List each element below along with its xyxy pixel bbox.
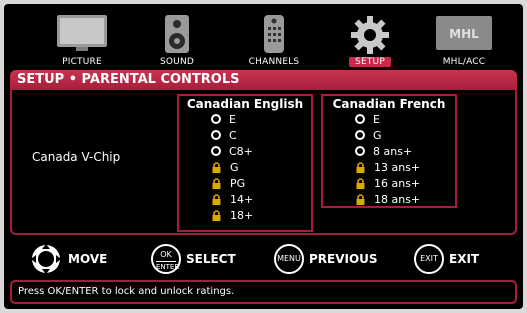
french-rating-item[interactable]: 18 ans+ bbox=[355, 192, 420, 208]
dpad-icon[interactable] bbox=[30, 243, 62, 275]
english-rating-item[interactable]: 18+ bbox=[211, 208, 253, 224]
lock-icon bbox=[212, 209, 221, 221]
canadian-french-title: Canadian French bbox=[332, 97, 446, 111]
rating-label: 13 ans+ bbox=[374, 161, 421, 174]
tv-screen: PICTURE SOUND CHANNELS SETUP MHL MHL/ACC… bbox=[4, 4, 523, 309]
english-rating-item[interactable]: C8+ bbox=[211, 144, 253, 160]
exit-button[interactable]: EXIT bbox=[414, 244, 444, 274]
select-label: SELECT bbox=[186, 252, 236, 266]
english-rating-item[interactable]: 14+ bbox=[211, 192, 253, 208]
french-rating-item[interactable]: 16 ans+ bbox=[355, 176, 420, 192]
nav-item-picture[interactable]: PICTURE bbox=[34, 10, 130, 68]
move-label: MOVE bbox=[68, 252, 108, 266]
unlocked-circle-icon bbox=[355, 114, 365, 124]
rating-label: G bbox=[230, 161, 239, 174]
page-title: SETUP • PARENTAL CONTROLS bbox=[10, 70, 517, 90]
mhl-logo-text: MHL bbox=[449, 27, 479, 41]
french-rating-item[interactable]: 13 ans+ bbox=[355, 160, 420, 176]
ok-btn-top-text: OK bbox=[160, 250, 172, 259]
rating-label: G bbox=[373, 129, 382, 142]
nav-label-picture: PICTURE bbox=[62, 57, 102, 67]
rating-label: 16 ans+ bbox=[374, 177, 421, 190]
nav-label-channels: CHANNELS bbox=[248, 57, 300, 67]
menu-button[interactable]: MENU bbox=[274, 244, 304, 274]
rating-label: PG bbox=[230, 177, 246, 190]
rating-label: 18+ bbox=[230, 209, 254, 222]
lock-icon bbox=[356, 193, 365, 205]
english-rating-item[interactable]: C bbox=[211, 128, 237, 144]
rating-label: C bbox=[229, 129, 237, 142]
nav-item-setup[interactable]: SETUP bbox=[322, 10, 418, 68]
rating-label: 14+ bbox=[230, 193, 254, 206]
parental-controls-panel: Canada V-Chip Canadian English E C C8+ G PG 1… bbox=[10, 90, 517, 235]
english-rating-item[interactable]: E bbox=[211, 112, 236, 128]
english-rating-item[interactable]: PG bbox=[211, 176, 245, 192]
rating-label: E bbox=[373, 113, 380, 126]
unlocked-circle-icon bbox=[355, 146, 365, 156]
nav-label-sound: SOUND bbox=[159, 57, 195, 67]
lock-icon bbox=[212, 177, 221, 189]
rating-label: E bbox=[229, 113, 236, 126]
rating-label: 18 ans+ bbox=[374, 193, 421, 206]
rating-label: 8 ans+ bbox=[373, 145, 413, 158]
canadian-english-column: Canadian English E C C8+ G PG 14+ 18+ bbox=[177, 94, 313, 232]
nav-label-mhl-acc: MHL/ACC bbox=[442, 57, 486, 67]
top-nav: PICTURE SOUND CHANNELS SETUP MHL MHL/ACC bbox=[4, 4, 523, 70]
french-rating-item[interactable]: E bbox=[355, 112, 380, 128]
ok-enter-button[interactable]: OK ENTER bbox=[151, 244, 181, 274]
previous-label: PREVIOUS bbox=[309, 252, 378, 266]
gear-icon bbox=[351, 16, 389, 54]
unlocked-circle-icon bbox=[211, 146, 221, 156]
lock-icon bbox=[356, 177, 365, 189]
lock-icon bbox=[356, 161, 365, 173]
english-rating-item[interactable]: G bbox=[211, 160, 239, 176]
french-rating-item[interactable]: 8 ans+ bbox=[355, 144, 412, 160]
lock-icon bbox=[212, 193, 221, 205]
exit-label: EXIT bbox=[449, 252, 480, 266]
canadian-english-title: Canadian English bbox=[186, 97, 304, 111]
button-hints: MOVE OK ENTER SELECT MENU PREVIOUS EXIT … bbox=[4, 242, 523, 278]
status-message: Press OK/ENTER to lock and unlock rating… bbox=[10, 280, 517, 304]
rating-label: C8+ bbox=[229, 145, 253, 158]
speaker-icon bbox=[165, 15, 189, 53]
lock-icon bbox=[212, 161, 221, 173]
tv-icon bbox=[57, 15, 107, 51]
french-rating-item[interactable]: G bbox=[355, 128, 382, 144]
remote-icon bbox=[264, 15, 284, 53]
nav-item-channels[interactable]: CHANNELS bbox=[226, 10, 322, 68]
ok-btn-bottom-text: ENTER bbox=[156, 261, 180, 271]
mhl-icon: MHL bbox=[436, 16, 492, 50]
unlocked-circle-icon bbox=[355, 130, 365, 140]
canada-vchip-label: Canada V-Chip bbox=[32, 150, 121, 164]
canadian-french-column: Canadian French EG 8 ans+ 13 ans+ 16 ans+ 18… bbox=[321, 94, 457, 208]
unlocked-circle-icon bbox=[211, 130, 221, 140]
nav-item-mhl-acc[interactable]: MHL MHL/ACC bbox=[416, 10, 512, 68]
nav-label-setup: SETUP bbox=[349, 57, 391, 67]
unlocked-circle-icon bbox=[211, 114, 221, 124]
nav-item-sound[interactable]: SOUND bbox=[129, 10, 225, 68]
